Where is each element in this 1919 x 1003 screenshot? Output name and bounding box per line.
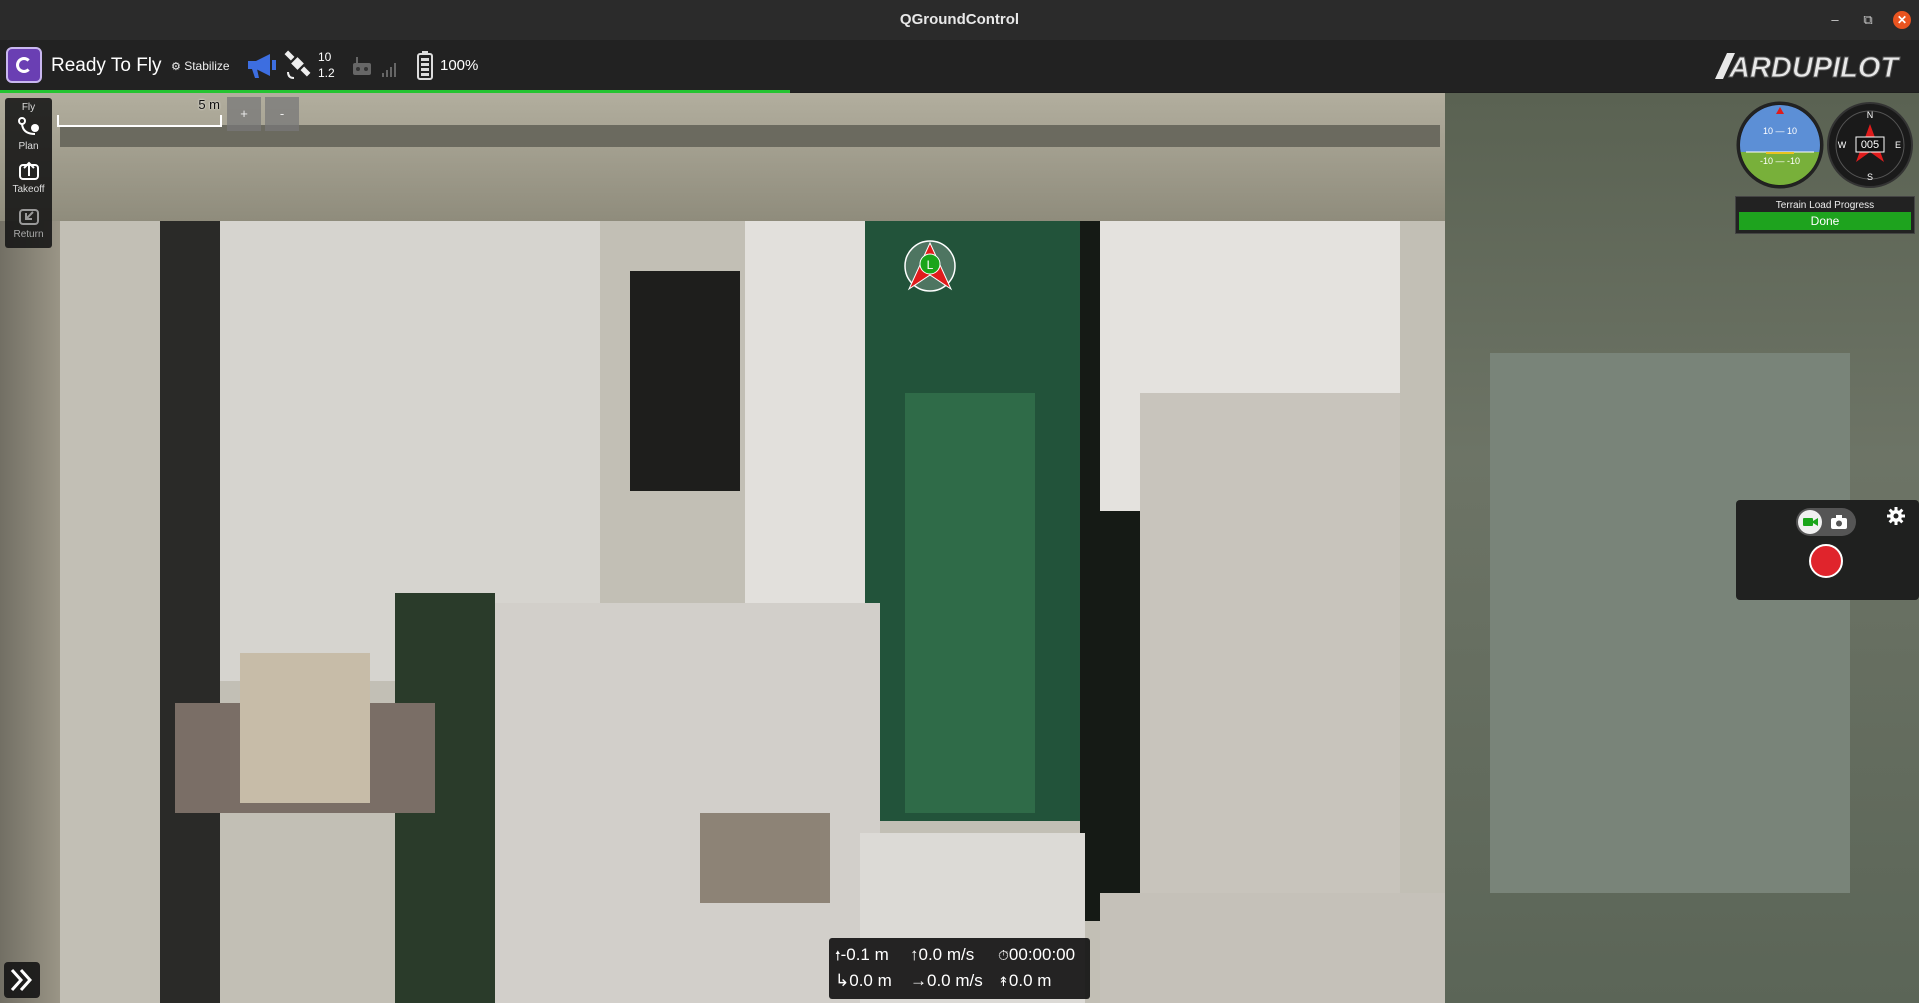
map-dark-pillar xyxy=(160,221,220,1003)
main-toolbar: Ready To Fly ⚙ Stabilize 10 1.2 100% ARD… xyxy=(0,40,1919,92)
vehicle-marker[interactable]: L xyxy=(903,239,957,293)
tool-takeoff[interactable]: Takeoff xyxy=(5,161,52,195)
takeoff-icon xyxy=(18,161,39,180)
horizontal-speed-icon: → xyxy=(910,971,927,990)
compass-e: E xyxy=(1895,140,1901,150)
fly-toolstrip: Fly Plan Takeoff Return xyxy=(5,98,52,248)
return-icon xyxy=(18,209,39,225)
flight-mode[interactable]: ⚙ Stabilize xyxy=(171,59,230,73)
video-camera-icon xyxy=(1803,518,1818,526)
minimize-button[interactable]: – xyxy=(1826,11,1844,29)
map-view[interactable]: L xyxy=(0,93,1919,1003)
flight-instruments: 10 — 10 -10 — -10 N E S W 005 xyxy=(1736,101,1913,189)
tool-return[interactable]: Return xyxy=(5,206,52,240)
telemetry-flight-time: ⏱00:00:00 xyxy=(998,945,1075,965)
video-mode-button[interactable] xyxy=(1798,510,1822,534)
expand-panel-button[interactable] xyxy=(4,962,40,998)
plan-icon xyxy=(17,117,39,135)
compass-w: W xyxy=(1838,140,1847,150)
attitude-indicator: 10 — 10 -10 — -10 xyxy=(1736,101,1824,189)
photo-camera-icon xyxy=(1831,515,1847,529)
vehicle-status[interactable]: Ready To Fly xyxy=(51,55,162,77)
telemetry-vertical-speed: ↑0.0 m/s xyxy=(910,945,974,965)
zoom-out-button[interactable]: - xyxy=(265,97,299,131)
telemetry-panel: 🠕-0.1 m ↑0.0 m/s ⏱00:00:00 ↳0.0 m →0.0 m… xyxy=(829,938,1090,999)
map-floor-area xyxy=(480,603,880,1003)
tool-fly[interactable]: Fly xyxy=(5,102,52,113)
record-button[interactable] xyxy=(1809,544,1843,578)
qgc-menu-button[interactable] xyxy=(6,47,42,83)
flight-mode-icon: ⚙ xyxy=(171,61,181,73)
megaphone-icon xyxy=(248,54,276,78)
map-lower-right xyxy=(1100,893,1445,1003)
tool-fly-label: Fly xyxy=(21,102,36,113)
compass-n: N xyxy=(1867,110,1874,120)
compass-heading: 005 xyxy=(1861,139,1879,151)
gps-indicator[interactable]: 10 1.2 xyxy=(284,50,335,85)
rc-transmitter-icon xyxy=(353,57,371,75)
map-green-highlight xyxy=(905,393,1035,813)
window-titlebar: QGroundControl – ⧉ ✕ xyxy=(0,0,1919,41)
map-scale: 5 m xyxy=(57,97,222,129)
horizontal-speed-value: 0.0 m/s xyxy=(927,971,983,990)
tool-takeoff-label: Takeoff xyxy=(12,184,45,195)
close-button[interactable]: ✕ xyxy=(1893,11,1911,29)
signal-strength-icon xyxy=(382,63,397,77)
camera-settings-icon[interactable] xyxy=(1886,506,1906,526)
vertical-speed-value: 0.0 m/s xyxy=(918,945,975,964)
timer-icon: ⏱ xyxy=(998,947,1009,963)
distance-value: 0.0 m xyxy=(849,971,892,990)
gps-satellite-count: 10 xyxy=(318,50,332,64)
brand-logo-text: ARDUPILOT xyxy=(1728,52,1900,83)
distance-icon: ↳ xyxy=(835,971,850,990)
tool-plan-label: Plan xyxy=(18,141,39,152)
satellite-icon xyxy=(284,50,311,79)
zoom-in-button[interactable]: + xyxy=(227,97,261,131)
tool-return-label: Return xyxy=(13,229,44,240)
flight-time-value: 00:00:00 xyxy=(1008,945,1076,964)
map-scale-label: 5 m xyxy=(198,97,220,112)
window-title: QGroundControl xyxy=(899,11,1020,28)
double-chevron-right-icon xyxy=(10,968,33,992)
maximize-button[interactable]: ⧉ xyxy=(1859,11,1877,29)
telemetry-home-distance: ↟0.0 m xyxy=(998,971,1051,991)
telemetry-distance: ↳0.0 m xyxy=(835,971,892,991)
attitude-scale-bottom: -10 — -10 xyxy=(1760,156,1800,166)
attitude-scale-top: 10 — 10 xyxy=(1763,126,1797,136)
telemetry-altitude: 🠕-0.1 m xyxy=(835,945,889,969)
instrument-panel: 10 — 10 -10 — -10 N E S W 005 xyxy=(1736,100,1916,192)
map-left-strip xyxy=(0,221,60,1003)
terrain-title: Terrain Load Progress xyxy=(1775,200,1875,211)
home-distance-icon: ↟ xyxy=(998,974,1009,989)
rc-indicator[interactable] xyxy=(351,55,399,82)
compass-s: S xyxy=(1867,172,1873,182)
camera-mode-toggle[interactable] xyxy=(1796,508,1856,536)
altitude-value: -0.1 m xyxy=(840,945,889,964)
vehicle-label: L xyxy=(927,258,934,272)
map-light-patch xyxy=(240,653,370,803)
battery-icon xyxy=(417,51,433,80)
battery-indicator[interactable]: 100% xyxy=(416,50,478,85)
terrain-load-panel: Terrain Load Progress Done xyxy=(1735,196,1915,234)
map-tile-right-block xyxy=(1490,353,1850,893)
vertical-speed-icon: ↑ xyxy=(910,945,919,964)
messages-indicator[interactable] xyxy=(246,50,278,85)
camera-panel xyxy=(1736,500,1919,600)
ardupilot-logo: ARDUPILOT xyxy=(1713,47,1909,88)
map-dark-window xyxy=(630,271,740,491)
terrain-status: Done xyxy=(1739,212,1911,230)
map-roof-right xyxy=(1140,393,1400,893)
gps-hdop: 1.2 xyxy=(318,66,335,80)
tool-plan[interactable]: Plan xyxy=(5,116,52,152)
flight-mode-label: Stabilize xyxy=(184,59,230,73)
battery-percent: 100% xyxy=(440,57,479,74)
telemetry-horizontal-speed: →0.0 m/s xyxy=(910,971,983,991)
map-object xyxy=(700,813,830,903)
home-distance-value: 0.0 m xyxy=(1008,971,1052,990)
compass: N E S W 005 xyxy=(1827,102,1913,188)
